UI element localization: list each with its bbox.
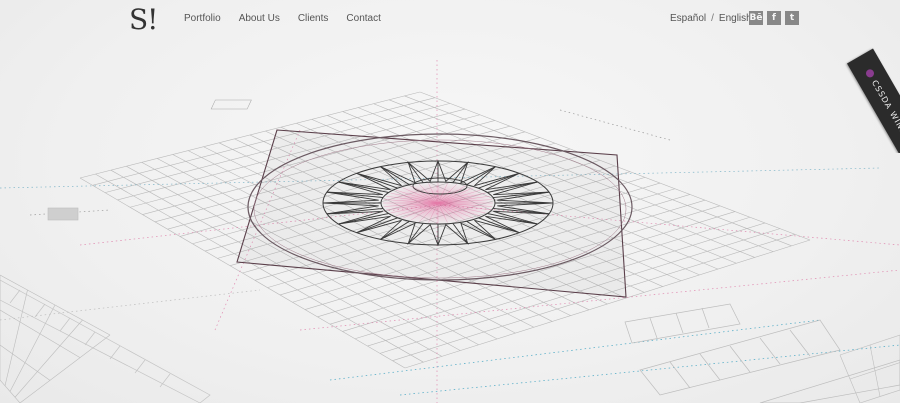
nav-item-contact[interactable]: Contact	[346, 13, 380, 24]
social-links: Bē f t	[749, 11, 799, 25]
cssda-icon	[864, 68, 876, 80]
top-navigation-bar: S! Portfolio About Us Clients Contact Es…	[0, 0, 900, 38]
facebook-icon[interactable]: f	[767, 11, 781, 25]
award-ribbon-band: CSSDA WINNER	[847, 48, 900, 153]
award-label: CSSDA WINNER	[864, 68, 900, 148]
award-status: WINNER	[888, 109, 900, 148]
twitter-icon[interactable]: t	[785, 11, 799, 25]
language-switcher: Español / English	[670, 13, 752, 24]
page: S! Portfolio About Us Clients Contact Es…	[0, 0, 900, 403]
bottom-right-boxes	[624, 303, 900, 403]
language-english[interactable]: English	[719, 13, 752, 24]
language-spanish[interactable]: Español	[670, 13, 706, 24]
main-nav: Portfolio About Us Clients Contact	[184, 13, 381, 24]
hero-blueprint-illustration	[0, 60, 900, 403]
award-ribbon[interactable]: CSSDA WINNER	[840, 38, 900, 153]
language-separator: /	[711, 13, 714, 24]
award-site: CSSDA	[870, 78, 895, 111]
nav-item-clients[interactable]: Clients	[298, 13, 329, 24]
nav-item-portfolio[interactable]: Portfolio	[184, 13, 221, 24]
nav-item-about-us[interactable]: About Us	[239, 13, 280, 24]
behance-icon[interactable]: Bē	[749, 11, 763, 25]
logo[interactable]: S!	[129, 3, 158, 36]
bottom-left-ladder	[0, 279, 211, 403]
